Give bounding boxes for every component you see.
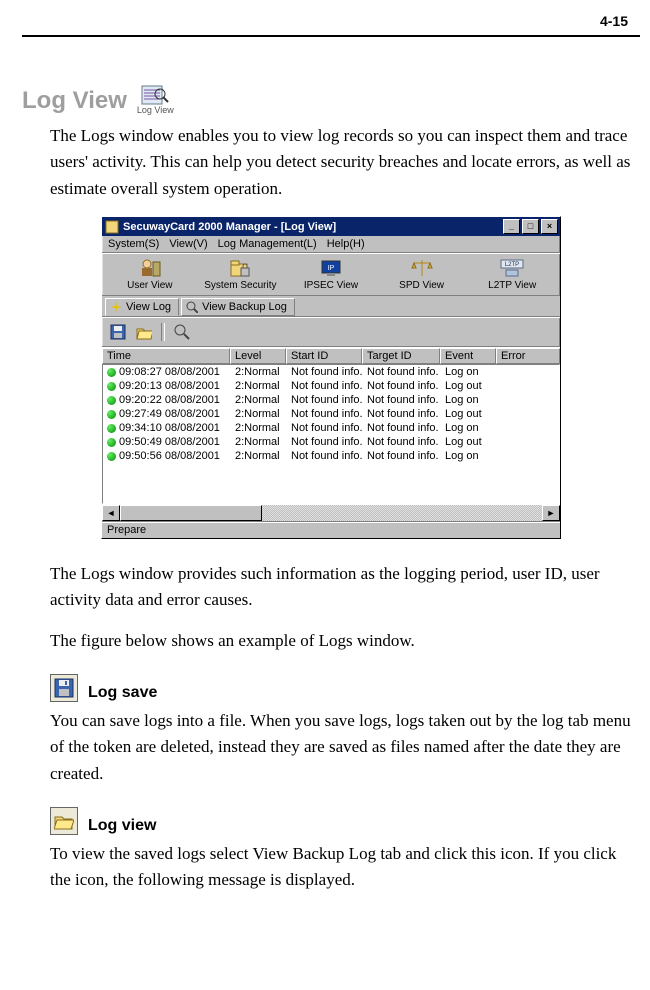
col-level[interactable]: Level [230, 348, 286, 364]
scroll-left-button[interactable]: ◄ [102, 505, 120, 521]
section-log-save-head: Log save [22, 674, 640, 702]
l2tp-icon: L2TP [500, 258, 524, 278]
magnifier-icon [186, 301, 198, 313]
toolbar-separator [161, 323, 165, 341]
toolbar-spd-view[interactable]: SPD View [377, 256, 467, 293]
section-log-view-head: Log view [22, 807, 640, 835]
close-button[interactable]: × [541, 219, 558, 234]
col-target[interactable]: Target ID [362, 348, 440, 364]
status-dot-icon [107, 368, 116, 377]
open-folder-icon [50, 807, 78, 835]
table-row[interactable]: 09:20:13 08/08/20012:NormalNot found inf… [103, 379, 559, 393]
section-log-view-title: Log view [88, 817, 156, 835]
table-row[interactable]: 09:34:10 08/08/20012:NormalNot found inf… [103, 421, 559, 435]
heading-text: Log View [22, 87, 127, 115]
col-event[interactable]: Event [440, 348, 496, 364]
table-row[interactable]: 09:20:22 08/08/20012:NormalNot found inf… [103, 393, 559, 407]
list-header: Time Level Start ID Target ID Event Erro… [102, 347, 560, 364]
window-title: SecuwayCard 2000 Manager - [Log View] [123, 221, 336, 233]
status-dot-icon [107, 382, 116, 391]
paragraph-info: The Logs window provides such informatio… [22, 561, 640, 614]
status-dot-icon [107, 396, 116, 405]
tab-view-backup-log[interactable]: View Backup Log [181, 298, 295, 316]
menu-log-management[interactable]: Log Management(L) [218, 238, 317, 250]
log-tab-row: View Log View Backup Log [102, 296, 560, 317]
menu-help[interactable]: Help(H) [327, 238, 365, 250]
col-time[interactable]: Time [102, 348, 230, 364]
table-row[interactable]: 09:27:49 08/08/20012:NormalNot found inf… [103, 407, 559, 421]
status-dot-icon [107, 452, 116, 461]
scroll-thumb[interactable] [120, 505, 262, 521]
tab-view-log[interactable]: View Log [105, 298, 179, 316]
folder-lock-icon [229, 258, 251, 278]
app-icon [105, 220, 119, 234]
log-view-window: SecuwayCard 2000 Manager - [Log View] _ … [101, 216, 561, 539]
table-row[interactable]: 09:50:49 08/08/20012:NormalNot found inf… [103, 435, 559, 449]
paragraph-figure: The figure below shows an example of Log… [22, 628, 640, 654]
svg-text:L2TP: L2TP [505, 262, 519, 268]
sparkle-icon [110, 301, 122, 313]
save-icon-button[interactable] [106, 321, 130, 343]
open-folder-icon [136, 324, 152, 340]
floppy-icon [50, 674, 78, 702]
col-start[interactable]: Start ID [286, 348, 362, 364]
toolbar-user-view[interactable]: User View [105, 256, 195, 293]
menu-system[interactable]: System(S) [108, 238, 159, 250]
user-icon [139, 258, 161, 278]
magnifier-over-list-icon: Log View [137, 85, 174, 115]
heading-icon-caption: Log View [137, 105, 174, 115]
heading-log-view: Log View Log View [22, 85, 640, 115]
section-log-view-body: To view the saved logs select View Backu… [22, 841, 640, 894]
header-rule [22, 35, 640, 37]
status-dot-icon [107, 438, 116, 447]
icon-toolbar [102, 317, 560, 347]
menu-view[interactable]: View(V) [169, 238, 207, 250]
table-row[interactable]: 09:50:56 08/08/20012:NormalNot found inf… [103, 449, 559, 463]
main-toolbar: User View System Security IP IPSEC View … [102, 253, 560, 296]
maximize-button[interactable]: □ [522, 219, 539, 234]
magnifier-icon [174, 324, 190, 340]
floppy-icon [110, 324, 126, 340]
statusbar: Prepare [102, 521, 560, 538]
page-number: 4-15 [594, 10, 634, 35]
toolbar-ipsec-view[interactable]: IP IPSEC View [286, 256, 376, 293]
section-log-save-body: You can save logs into a file. When you … [22, 708, 640, 787]
scroll-right-button[interactable]: ► [542, 505, 560, 521]
scroll-track[interactable] [120, 505, 542, 521]
intro-paragraph: The Logs window enables you to view log … [22, 123, 640, 202]
scales-icon [411, 258, 433, 278]
col-error[interactable]: Error [496, 348, 560, 364]
toolbar-system-security[interactable]: System Security [196, 256, 286, 293]
list-body[interactable]: 09:08:27 08/08/20012:NormalNot found inf… [102, 364, 560, 504]
titlebar: SecuwayCard 2000 Manager - [Log View] _ … [102, 217, 560, 236]
menubar: System(S) View(V) Log Management(L) Help… [102, 236, 560, 253]
minimize-button[interactable]: _ [503, 219, 520, 234]
table-row[interactable]: 09:08:27 08/08/20012:NormalNot found inf… [103, 365, 559, 379]
status-dot-icon [107, 424, 116, 433]
status-dot-icon [107, 410, 116, 419]
monitor-ip-icon: IP [320, 258, 342, 278]
horizontal-scrollbar[interactable]: ◄ ► [102, 504, 560, 521]
section-log-save-title: Log save [88, 684, 157, 702]
toolbar-l2tp-view[interactable]: L2TP L2TP View [467, 256, 557, 293]
open-icon-button[interactable] [132, 321, 156, 343]
search-icon-button[interactable] [170, 321, 194, 343]
svg-text:IP: IP [328, 265, 335, 272]
